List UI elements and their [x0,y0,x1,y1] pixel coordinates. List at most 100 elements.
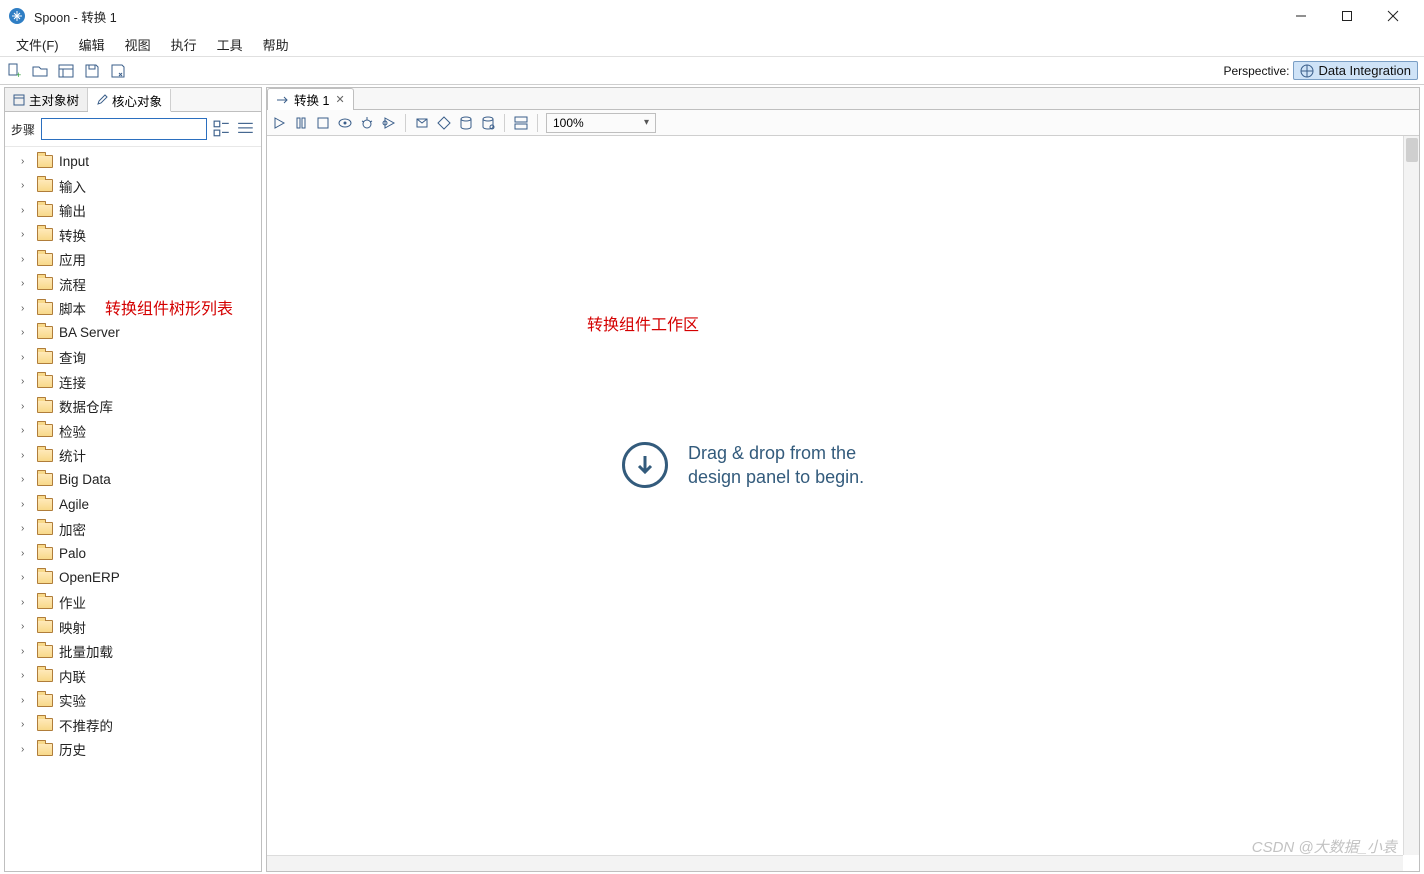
tree-item[interactable]: ›加密 [5,517,261,542]
expand-caret-icon[interactable]: › [21,205,31,216]
tree-item[interactable]: ›不推荐的 [5,713,261,738]
vertical-scrollbar[interactable] [1403,136,1419,855]
tree-item[interactable]: ›连接 [5,370,261,395]
tab-main-tree[interactable]: 主对象树 [5,88,88,111]
explorer-db-icon[interactable] [480,115,496,131]
expand-caret-icon[interactable]: › [21,401,31,412]
preview-icon[interactable] [337,115,353,131]
minimize-button[interactable] [1278,0,1324,32]
stop-icon[interactable] [315,115,331,131]
tree-item[interactable]: ›统计 [5,443,261,468]
tree-item[interactable]: ›Big Data [5,468,261,493]
annotation-canvas: 转换组件工作区 [587,311,699,335]
expand-all-icon[interactable] [213,120,231,138]
tree-item[interactable]: ›输出 [5,198,261,223]
menu-tools[interactable]: 工具 [207,33,253,56]
tree-item[interactable]: › 应用 [5,247,261,272]
folder-icon [37,277,53,290]
expand-caret-icon[interactable]: › [21,450,31,461]
explorer-icon[interactable] [58,63,74,79]
window-controls [1278,0,1416,32]
tree-item[interactable]: ›作业 [5,590,261,615]
expand-caret-icon[interactable]: › [21,278,31,289]
expand-caret-icon[interactable]: › [21,572,31,583]
step-search-input[interactable] [41,118,207,140]
expand-caret-icon[interactable]: › [21,621,31,632]
impact-icon[interactable] [436,115,452,131]
tree-item[interactable]: ›映射 [5,615,261,640]
save-as-icon[interactable] [110,63,126,79]
menu-view[interactable]: 视图 [115,33,161,56]
tree-item[interactable]: ›批量加载 [5,639,261,664]
expand-caret-icon[interactable]: › [21,499,31,510]
expand-caret-icon[interactable]: › [21,695,31,706]
save-icon[interactable] [84,63,100,79]
menu-edit[interactable]: 编辑 [69,33,115,56]
tree-item[interactable]: ›历史 [5,737,261,762]
expand-caret-icon[interactable]: › [21,229,31,240]
open-file-icon[interactable] [32,63,48,79]
tree-item[interactable]: ›查询 [5,345,261,370]
expand-caret-icon[interactable]: › [21,254,31,265]
close-button[interactable] [1370,0,1416,32]
expand-caret-icon[interactable]: › [21,376,31,387]
expand-caret-icon[interactable]: › [21,474,31,485]
step-tree[interactable]: 转换组件树形列表 ›Input›输入›输出›转换›应用›流程›脚本›BA Ser… [5,147,261,871]
maximize-button[interactable] [1324,0,1370,32]
tree-item[interactable]: ›Palo [5,541,261,566]
show-results-icon[interactable] [513,115,529,131]
editor-tab-1[interactable]: 转换 1 ✕ [267,88,354,110]
tree-item[interactable]: ›数据仓库 [5,394,261,419]
expand-caret-icon[interactable]: › [21,156,31,167]
perspective-name: Data Integration [1318,63,1411,78]
expand-caret-icon[interactable]: › [21,425,31,436]
main-tree-icon [13,94,25,106]
tree-item[interactable]: ›内联 [5,664,261,689]
expand-caret-icon[interactable]: › [21,670,31,681]
menu-run[interactable]: 执行 [161,33,207,56]
expand-caret-icon[interactable]: › [21,352,31,363]
expand-caret-icon[interactable]: › [21,548,31,559]
tree-item[interactable]: ›BA Server [5,321,261,346]
collapse-all-icon[interactable] [237,120,255,138]
horizontal-scrollbar[interactable] [267,855,1403,871]
perspective-icon [1300,64,1314,78]
tree-item[interactable]: ›OpenERP [5,566,261,591]
expand-caret-icon[interactable]: › [21,303,31,314]
zoom-selector[interactable]: 100% ▾ [546,113,656,133]
expand-caret-icon[interactable]: › [21,744,31,755]
tree-item[interactable]: ›脚本 [5,296,261,321]
tree-item-label: 实验 [59,690,86,710]
close-tab-icon[interactable]: ✕ [335,93,344,106]
expand-caret-icon[interactable]: › [21,523,31,534]
tree-item[interactable]: ›Agile [5,492,261,517]
expand-caret-icon[interactable]: › [21,180,31,191]
tree-item[interactable]: ›流程 [5,272,261,297]
tree-item[interactable]: ›Input [5,149,261,174]
sql-icon[interactable] [458,115,474,131]
drop-hint: Drag & drop from the design panel to beg… [622,441,864,490]
verify-icon[interactable] [414,115,430,131]
tree-item[interactable]: ›检验 [5,419,261,444]
menu-file[interactable]: 文件(F) [6,33,69,56]
perspective-selector[interactable]: Data Integration [1293,61,1418,80]
pause-icon[interactable] [293,115,309,131]
debug-icon[interactable] [359,115,375,131]
folder-icon [37,498,53,511]
tree-item-label: 应用 [59,249,86,269]
expand-caret-icon[interactable]: › [21,597,31,608]
replay-icon[interactable] [381,115,397,131]
tree-item[interactable]: ›转换 [5,223,261,248]
transformation-canvas[interactable]: 转换组件工作区 Drag & drop from the design pane… [267,136,1419,871]
main-area: 主对象树 核心对象 步骤 转换组件树形列表 ›Input›输入›输出›转换›应用… [0,84,1424,874]
menu-help[interactable]: 帮助 [253,33,299,56]
tab-core-objects[interactable]: 核心对象 [88,89,171,112]
expand-caret-icon[interactable]: › [21,646,31,657]
run-icon[interactable] [271,115,287,131]
folder-icon [37,547,53,560]
tree-item[interactable]: ›输入 [5,174,261,199]
new-file-icon[interactable]: + [6,63,22,79]
tree-item[interactable]: › 实验 [5,688,261,713]
expand-caret-icon[interactable]: › [21,327,31,338]
expand-caret-icon[interactable]: › [21,719,31,730]
